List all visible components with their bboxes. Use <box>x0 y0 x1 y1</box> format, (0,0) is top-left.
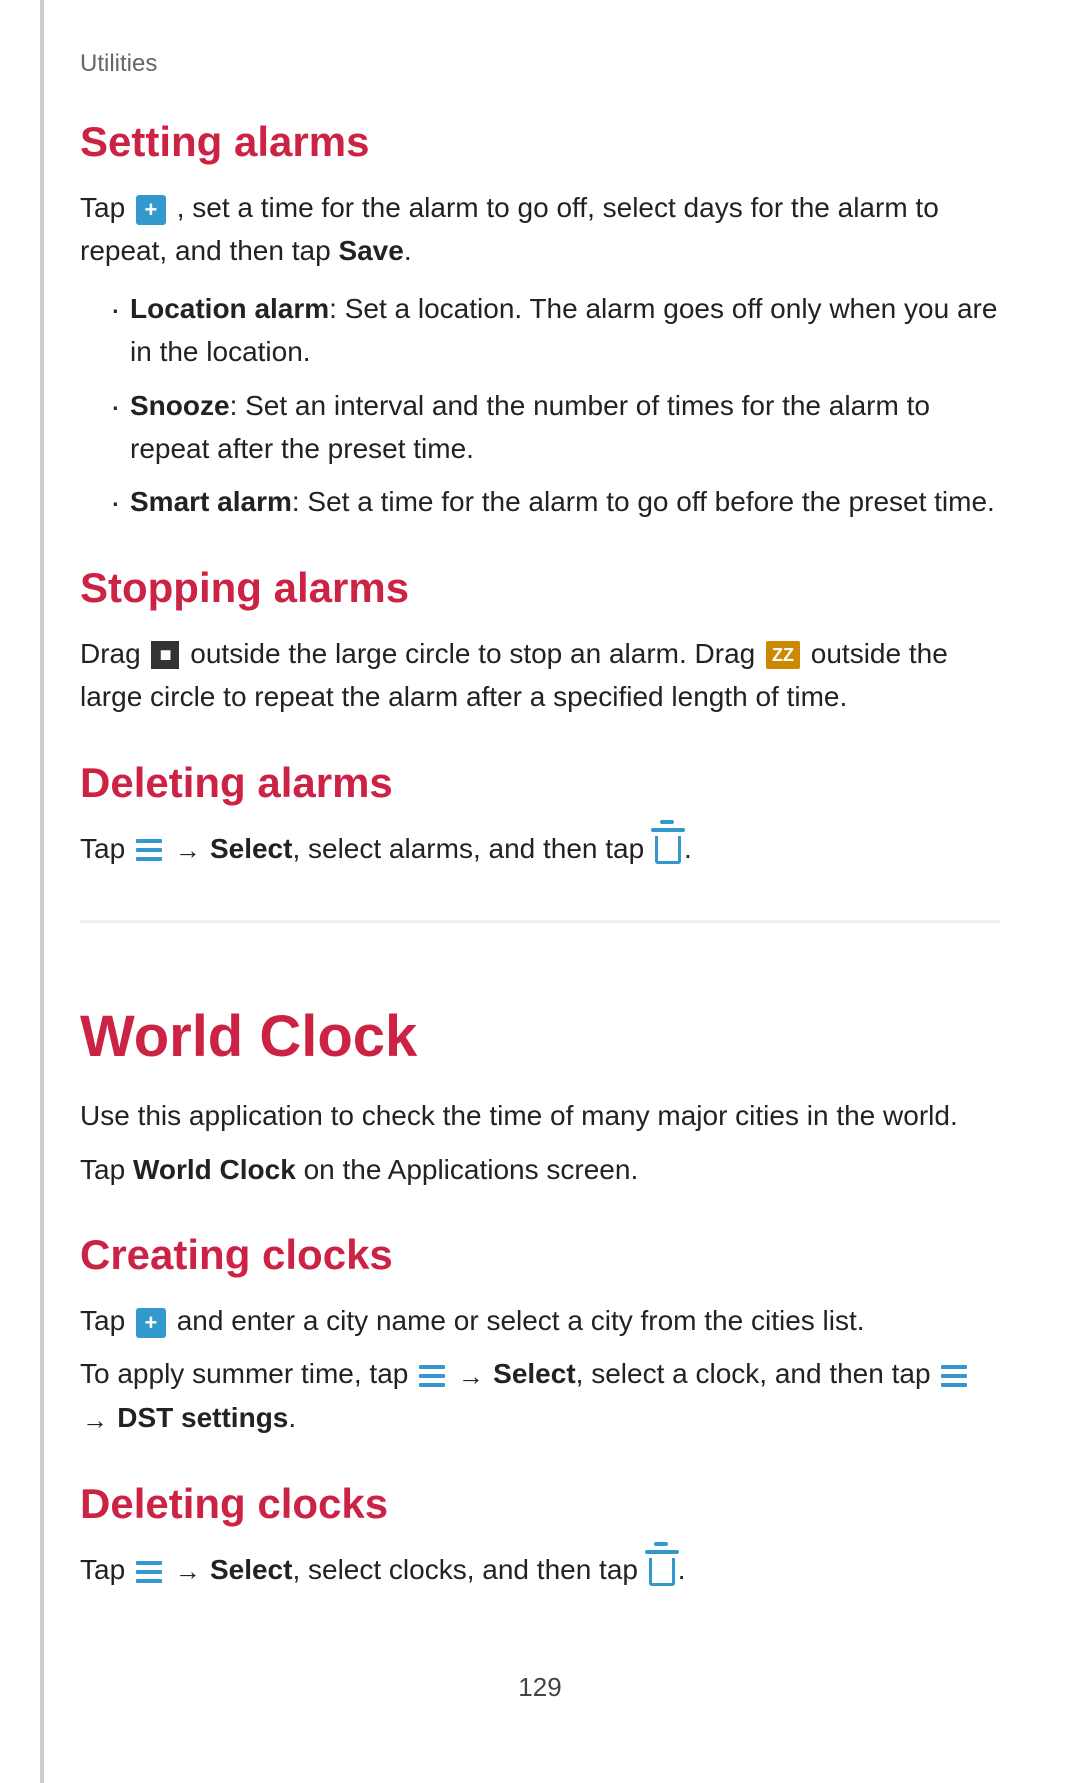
bullet-smart-alarm: Smart alarm: Set a time for the alarm to… <box>110 480 1000 523</box>
creating-clocks-text1: Tap + and enter a city name or select a … <box>80 1299 1000 1342</box>
utilities-label: Utilities <box>80 50 1000 78</box>
stopping-alarms-heading: Stopping alarms <box>80 564 1000 612</box>
menu-icon <box>136 839 162 861</box>
trash-icon-2 <box>649 1558 675 1586</box>
deleting-alarms-text: Tap → Select, select alarms, and then ta… <box>80 827 1000 871</box>
trash-icon <box>655 836 681 864</box>
creating-clocks-text2: To apply summer time, tap → Select, sele… <box>80 1352 1000 1440</box>
deleting-clocks-text: Tap → Select, select clocks, and then ta… <box>80 1548 1000 1592</box>
creating-clocks-heading: Creating clocks <box>80 1231 1000 1279</box>
plus-icon: + <box>136 195 166 225</box>
zz-icon: ZZ <box>766 641 800 669</box>
page-number: 129 <box>80 1672 1000 1703</box>
menu-icon-2 <box>419 1365 445 1387</box>
world-clock-section: World Clock Use this application to chec… <box>80 920 1000 1191</box>
menu-icon-3 <box>941 1365 967 1387</box>
world-clock-heading: World Clock <box>80 1003 1000 1070</box>
deleting-clocks-heading: Deleting clocks <box>80 1480 1000 1528</box>
world-clock-desc1: Use this application to check the time o… <box>80 1094 1000 1137</box>
world-clock-desc2: Tap World Clock on the Applications scre… <box>80 1148 1000 1191</box>
setting-alarms-heading: Setting alarms <box>80 118 1000 166</box>
setting-alarms-intro: Tap + , set a time for the alarm to go o… <box>80 186 1000 273</box>
bullet-location-alarm: Location alarm: Set a location. The alar… <box>110 287 1000 374</box>
deleting-alarms-heading: Deleting alarms <box>80 759 1000 807</box>
plus-icon-2: + <box>136 1308 166 1338</box>
stopping-alarms-text: Drag ■ outside the large circle to stop … <box>80 632 1000 719</box>
setting-alarms-bullets: Location alarm: Set a location. The alar… <box>110 287 1000 524</box>
bullet-snooze: Snooze: Set an interval and the number o… <box>110 384 1000 471</box>
menu-icon-4 <box>136 1561 162 1583</box>
stop-icon: ■ <box>151 641 179 669</box>
